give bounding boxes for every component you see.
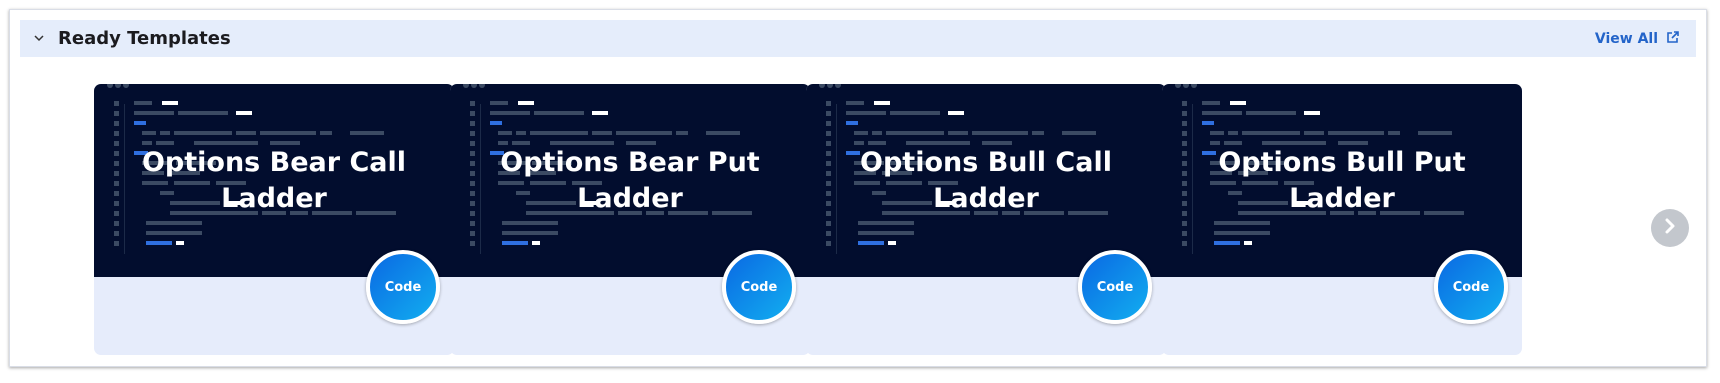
section-title: Ready Templates	[58, 28, 231, 49]
card-title: Options Bear Call Ladder	[141, 146, 407, 214]
chevron-down-icon[interactable]	[33, 33, 45, 45]
chevron-right-icon	[1664, 217, 1676, 239]
section-header[interactable]: Ready Templates View All	[20, 20, 1696, 57]
template-card[interactable]: Options Bear Call Ladder Code	[94, 84, 454, 355]
view-all-label: View All	[1594, 30, 1658, 47]
external-link-icon	[1666, 30, 1680, 48]
view-all-link[interactable]: View All	[1595, 20, 1680, 57]
template-card[interactable]: Options Bull Put Ladder Code	[1162, 84, 1522, 355]
code-badge[interactable]: Code	[722, 250, 796, 324]
code-badge[interactable]: Code	[366, 250, 440, 324]
template-card[interactable]: Options Bull Call Ladder Code	[806, 84, 1166, 355]
template-card[interactable]: Options Bear Put Ladder Code	[450, 84, 810, 355]
card-title: Options Bull Put Ladder	[1218, 146, 1466, 214]
code-badge[interactable]: Code	[1078, 250, 1152, 324]
carousel-next-button[interactable]	[1651, 209, 1689, 247]
code-badge[interactable]: Code	[1434, 250, 1508, 324]
card-title: Options Bull Call Ladder	[860, 146, 1112, 214]
card-title: Options Bear Put Ladder	[500, 146, 760, 214]
ready-templates-panel: Ready Templates View All Options Bear Ca…	[10, 10, 1706, 366]
